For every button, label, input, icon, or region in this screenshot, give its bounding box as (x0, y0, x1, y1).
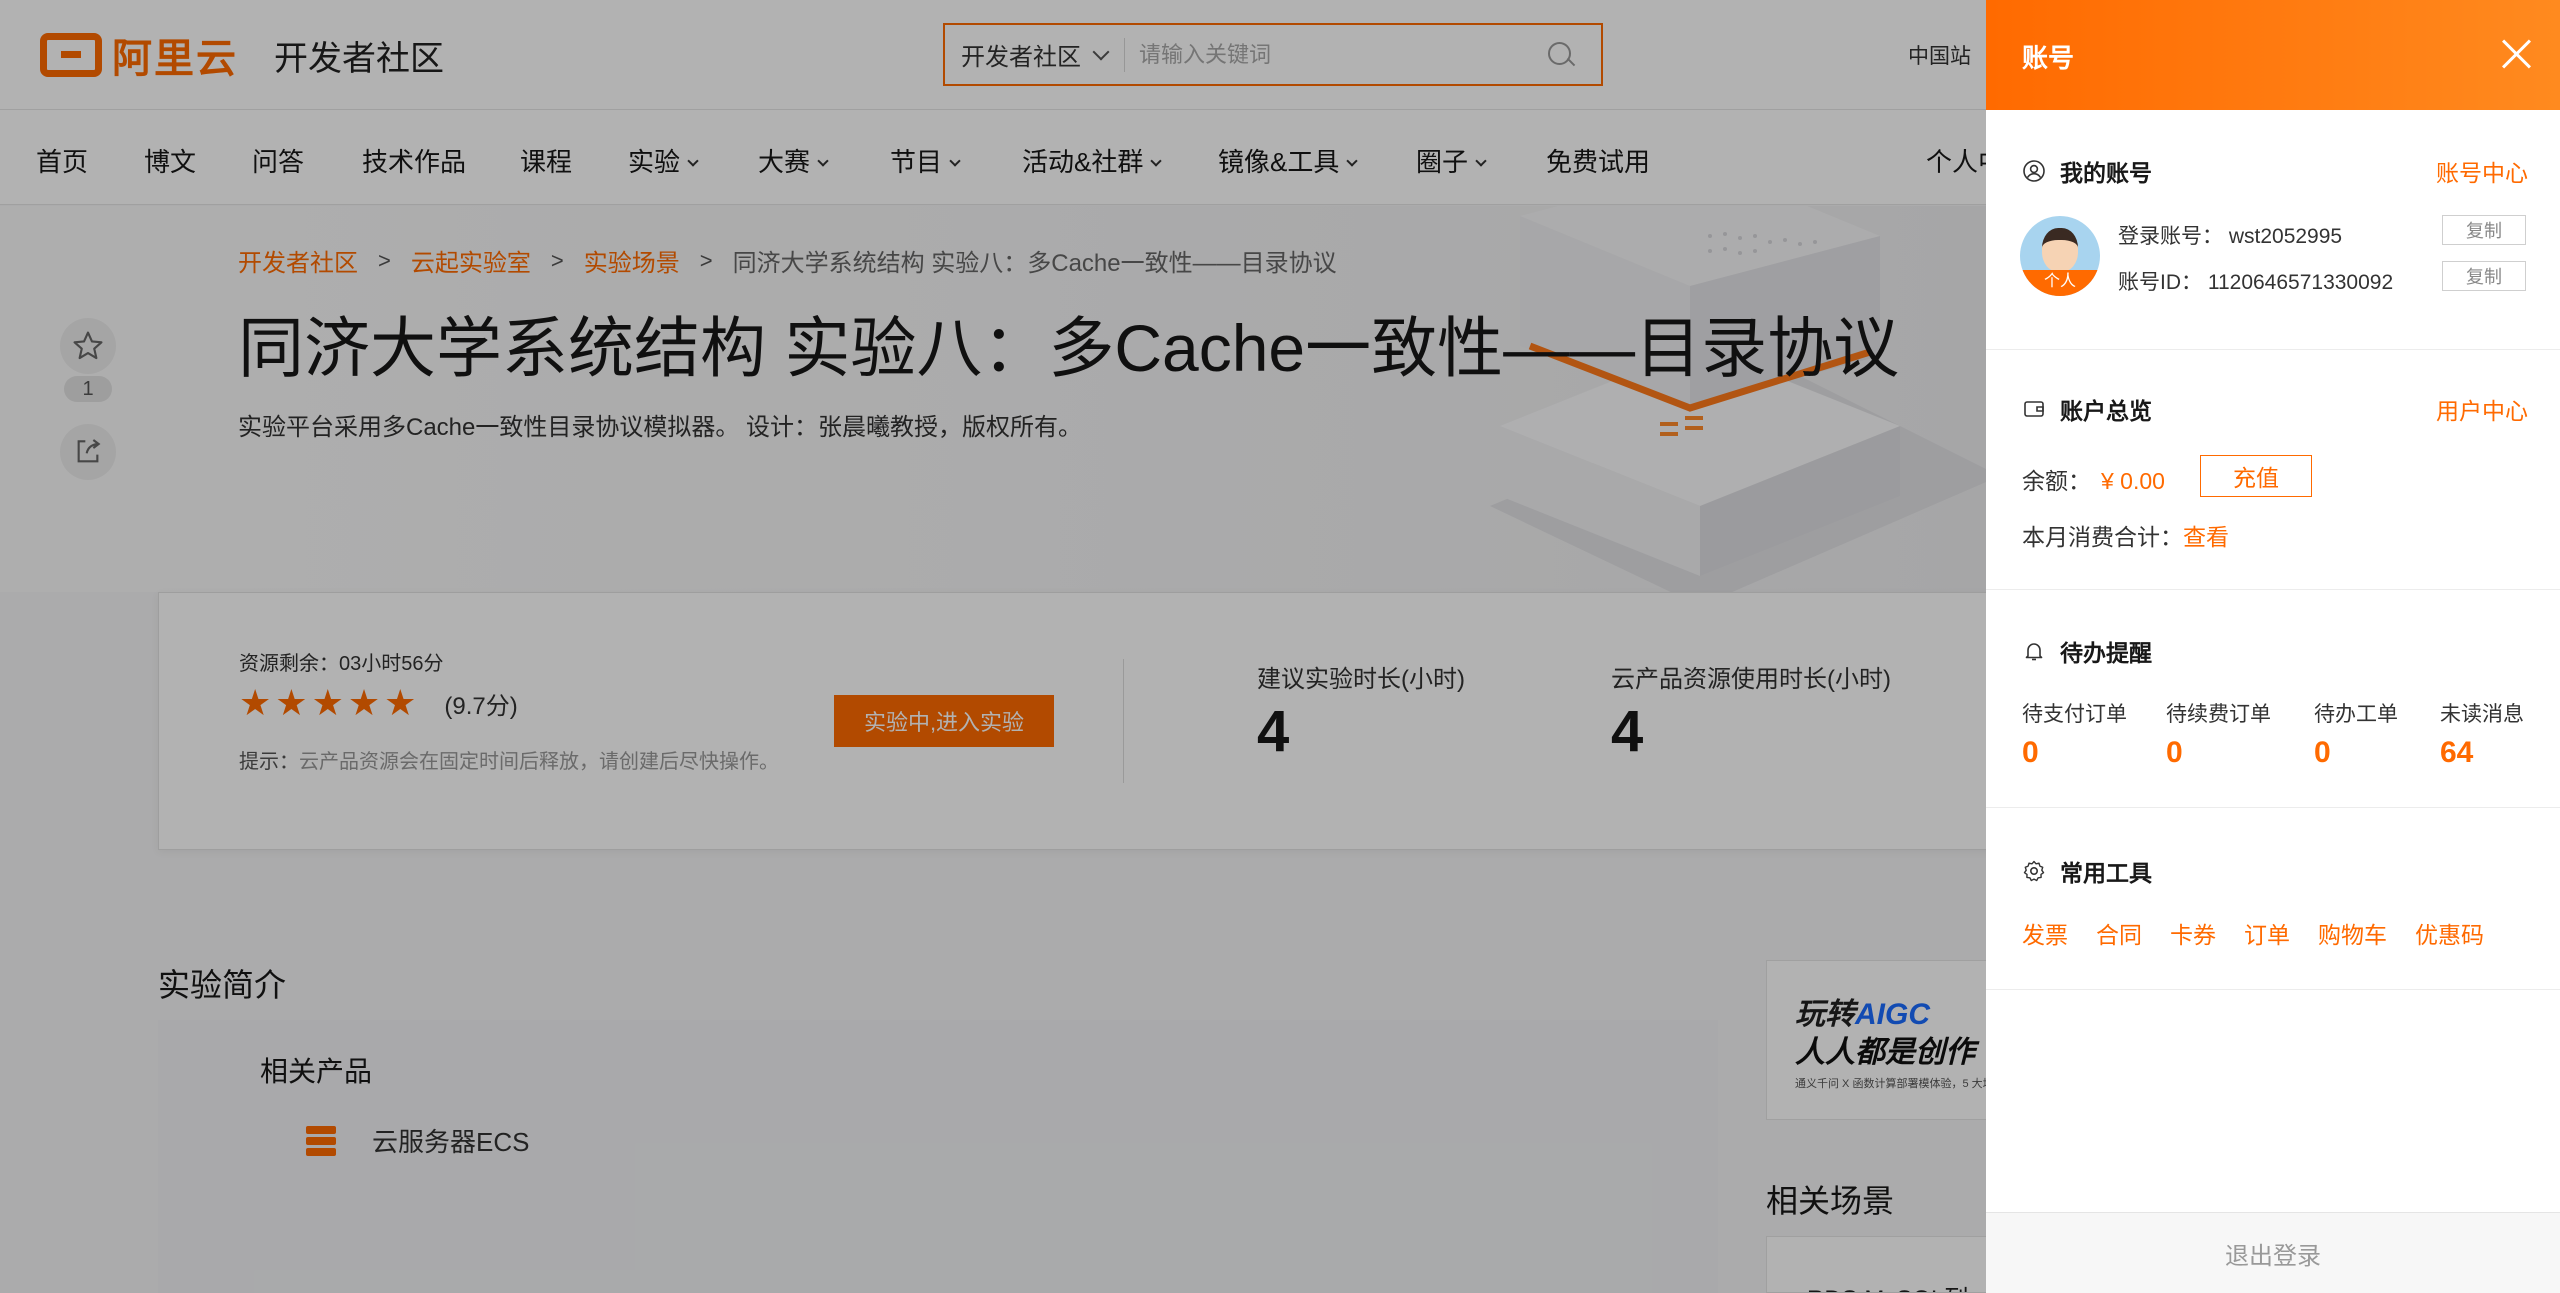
tools-title: 常用工具 (2022, 854, 2152, 888)
tool-contract-link[interactable]: 合同 (2096, 916, 2142, 950)
view-spend-link[interactable]: 查看 (2183, 524, 2229, 550)
todo-unpaid-orders[interactable]: 待支付订单 0 (2022, 698, 2127, 770)
monthly-spend: 本月消费合计：查看 (2022, 524, 2229, 550)
logout-button[interactable]: 退出登录 (1986, 1212, 2560, 1293)
tool-orders-link[interactable]: 订单 (2244, 916, 2290, 950)
tools-links: 发票 合同 卡券 订单 购物车 优惠码 (2022, 916, 2512, 950)
reminders-title: 待办提醒 (2022, 634, 2152, 668)
avatar-tag: 个人 (2020, 270, 2100, 296)
tool-invoice-link[interactable]: 发票 (2022, 916, 2068, 950)
account-drawer: 账号 我的账号 账号中心 个人 登录账号： wst2052995 账号ID： 1… (1986, 0, 2560, 1293)
tool-coupon-link[interactable]: 卡券 (2170, 916, 2216, 950)
avatar-face (2042, 228, 2078, 272)
wallet-icon (2024, 401, 2044, 417)
account-center-link[interactable]: 账号中心 (2436, 154, 2528, 188)
todo-unread-messages[interactable]: 未读消息 64 (2440, 698, 2524, 770)
copy-id-button[interactable]: 复制 (2442, 261, 2526, 291)
my-account-title: 我的账号 (2022, 154, 2152, 188)
account-overview-title: 账户总览 (2022, 392, 2152, 426)
bell-icon (2025, 643, 2043, 661)
login-account: 登录账号： wst2052995 (2118, 225, 2343, 248)
tools-section (1986, 808, 2560, 990)
todo-tickets[interactable]: 待办工单 0 (2314, 698, 2398, 770)
modal-backdrop[interactable] (0, 0, 1986, 1293)
drawer-title: 账号 (2022, 43, 2075, 73)
tool-promo-code-link[interactable]: 优惠码 (2415, 916, 2484, 950)
user-circle-icon (2023, 160, 2045, 182)
balance: 余额： ¥ 0.00 (2022, 468, 2165, 494)
copy-login-button[interactable]: 复制 (2442, 215, 2526, 245)
todo-renewal-orders[interactable]: 待续费订单 0 (2166, 698, 2271, 770)
user-center-link[interactable]: 用户中心 (2436, 392, 2528, 426)
drawer-header: 账号 (1986, 0, 2560, 110)
gear-icon (2023, 860, 2045, 882)
account-id: 账号ID： 1120646571330092 (2118, 271, 2394, 294)
recharge-button[interactable]: 充值 (2200, 455, 2312, 497)
avatar: 个人 (2020, 216, 2100, 296)
tool-cart-link[interactable]: 购物车 (2318, 916, 2387, 950)
close-icon[interactable] (2500, 38, 2532, 70)
